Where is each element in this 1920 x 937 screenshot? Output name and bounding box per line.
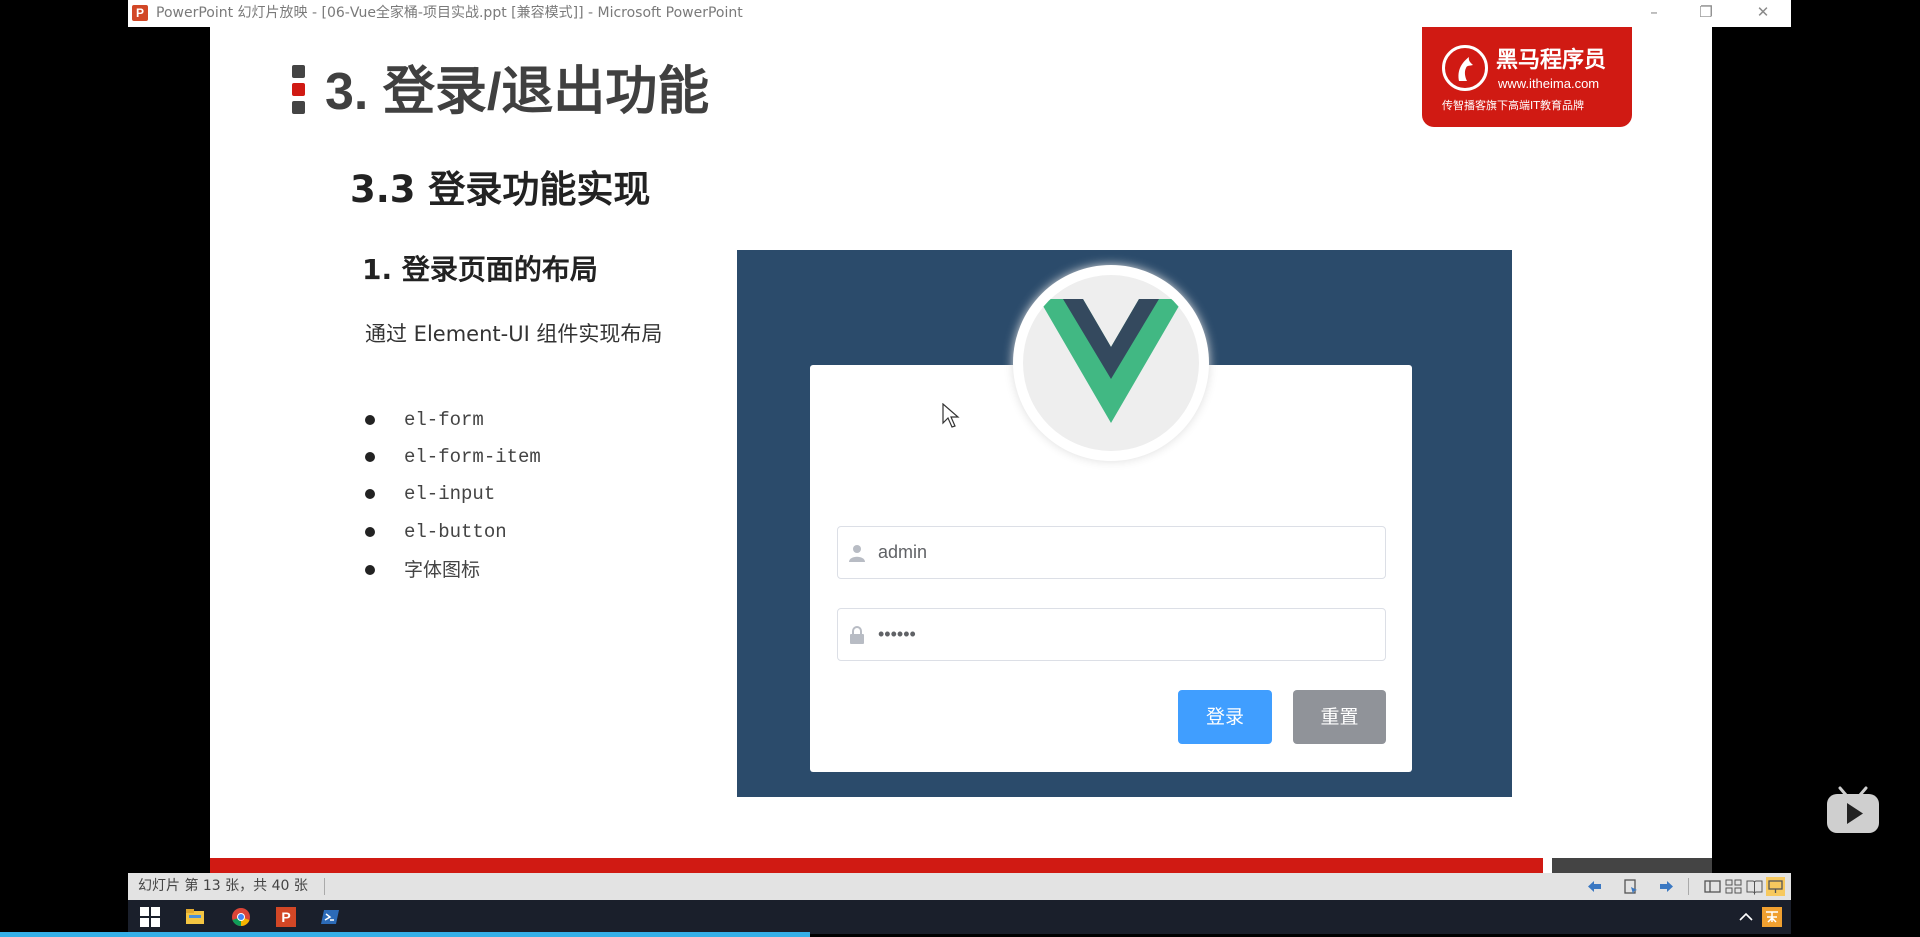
restore-icon[interactable]: ❐ — [1683, 0, 1729, 27]
next-slide-icon[interactable] — [1658, 878, 1675, 895]
show-hidden-icons-chevron-up-icon[interactable] — [1736, 907, 1756, 927]
powerpoint-taskbar-icon[interactable]: P — [276, 907, 296, 927]
input-method-icon[interactable] — [1762, 907, 1782, 927]
windows-start-icon[interactable] — [140, 907, 160, 927]
bullet-dot-icon — [365, 415, 375, 425]
reset-button[interactable]: 重置 — [1293, 690, 1386, 744]
slide-sorter-icon[interactable] — [1725, 878, 1742, 895]
previous-slide-icon[interactable] — [1586, 878, 1603, 895]
chrome-icon[interactable] — [231, 907, 251, 927]
logo-brand-name: 黑马程序员 — [1496, 48, 1607, 73]
lock-icon — [850, 626, 864, 644]
user-icon — [849, 545, 865, 562]
bullet-dot-icon — [365, 527, 375, 537]
minimize-icon[interactable]: – — [1631, 0, 1677, 27]
username-input[interactable] — [878, 535, 1358, 570]
slideshow-view-icon[interactable] — [1766, 877, 1785, 896]
statusbar: 幻灯片 第 13 张，共 40 张 — [128, 873, 1791, 900]
login-button[interactable]: 登录 — [1178, 690, 1272, 744]
statusbar-divider — [1688, 878, 1689, 895]
normal-view-icon[interactable] — [1704, 878, 1721, 895]
slide-menu-icon[interactable] — [1622, 878, 1639, 895]
bullet-text: el-input — [404, 483, 496, 505]
title-marker-icon — [292, 65, 305, 78]
slide-title: 3. 登录/退出功能 — [325, 63, 710, 121]
statusbar-divider — [324, 878, 325, 895]
bullet-text: el-form-item — [404, 446, 541, 468]
powershell-icon[interactable] — [320, 907, 340, 927]
avatar — [1013, 265, 1209, 461]
section-description: 通过 Element-UI 组件实现布局 — [365, 322, 663, 346]
logo-slogan: 传智播客旗下高端IT教育品牌 — [1442, 99, 1584, 112]
slide-footer-block — [1552, 858, 1712, 873]
video-progress-line — [0, 932, 810, 937]
logo-url: www.itheima.com — [1498, 76, 1600, 91]
bullet-text: 字体图标 — [404, 559, 481, 581]
section-heading: 1. 登录页面的布局 — [362, 253, 598, 286]
bullet-dot-icon — [365, 489, 375, 499]
login-page-screenshot: 登录 重置 — [737, 250, 1512, 797]
slide-canvas: 3. 登录/退出功能 黑马程序员 www.itheima.com 传智播客旗下高… — [210, 27, 1712, 873]
horse-logo-icon — [1442, 45, 1488, 91]
powerpoint-app-icon: P — [132, 5, 148, 21]
taskbar: P — [128, 900, 1791, 934]
bullet-text: el-button — [404, 521, 507, 543]
slide-counter: 幻灯片 第 13 张，共 40 张 — [138, 878, 308, 894]
svg-text:P: P — [281, 909, 290, 925]
bullet-text: el-form — [404, 409, 484, 431]
password-input[interactable] — [878, 617, 1358, 652]
file-explorer-icon[interactable] — [185, 907, 205, 927]
vue-logo-icon — [1023, 275, 1199, 451]
window-titlebar: P PowerPoint 幻灯片放映 - [06-Vue全家桶-项目实战.ppt… — [128, 0, 1791, 27]
password-field[interactable] — [837, 608, 1386, 661]
bilibili-play-icon[interactable] — [1826, 786, 1880, 834]
mouse-cursor-icon — [942, 403, 960, 428]
window-title: PowerPoint 幻灯片放映 - [06-Vue全家桶-项目实战.ppt [… — [156, 5, 743, 21]
username-field[interactable] — [837, 526, 1386, 579]
slide-subtitle: 3.3 登录功能实现 — [350, 168, 651, 211]
title-marker-icon — [292, 83, 305, 96]
itheima-logo: 黑马程序员 www.itheima.com 传智播客旗下高端IT教育品牌 — [1422, 27, 1632, 127]
reading-view-icon[interactable] — [1746, 878, 1763, 895]
bullet-dot-icon — [365, 452, 375, 462]
slide-footer-bar — [210, 858, 1543, 873]
close-icon[interactable]: ✕ — [1740, 0, 1786, 27]
bullet-dot-icon — [365, 565, 375, 575]
title-marker-icon — [292, 101, 305, 114]
